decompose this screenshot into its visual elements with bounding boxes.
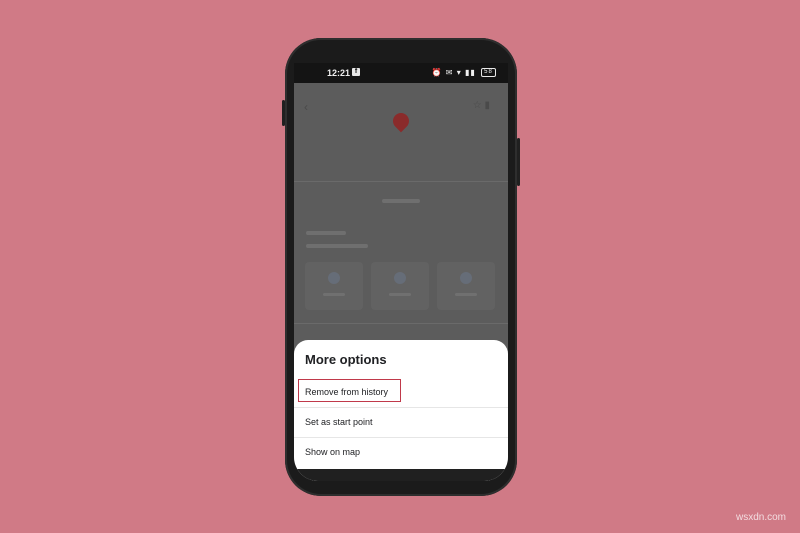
highlight-box bbox=[298, 379, 401, 402]
option-set-as-start-point[interactable]: Set as start point bbox=[294, 408, 508, 438]
divider bbox=[294, 323, 508, 324]
action-label-placeholder bbox=[455, 293, 477, 296]
facebook-notification-icon: f bbox=[352, 68, 360, 76]
directions-button[interactable] bbox=[305, 262, 363, 310]
address-placeholder bbox=[306, 244, 368, 248]
sheet-title: More options bbox=[305, 352, 387, 367]
status-time: 12:21 bbox=[327, 68, 351, 78]
back-arrow-icon[interactable]: ‹ bbox=[304, 100, 308, 114]
option-show-on-map[interactable]: Show on map bbox=[294, 438, 508, 468]
save-icon[interactable]: ☆ ▮ bbox=[473, 100, 490, 111]
more-button[interactable] bbox=[437, 262, 495, 310]
map-pin-icon bbox=[389, 109, 413, 133]
option-label: Set as start point bbox=[305, 417, 373, 427]
divider bbox=[294, 181, 508, 182]
status-icons: ⏰ ✉ ▾ ▮▮ 58 bbox=[431, 68, 496, 78]
share-icon bbox=[394, 272, 406, 284]
place-name-placeholder bbox=[382, 199, 420, 203]
option-label: Show on map bbox=[305, 447, 361, 457]
action-label-placeholder bbox=[323, 293, 345, 296]
status-indicator-icons: ⏰ ✉ ▾ ▮▮ bbox=[431, 68, 476, 77]
share-button[interactable] bbox=[371, 262, 429, 310]
power-button bbox=[517, 138, 520, 186]
battery-icon: 58 bbox=[481, 68, 496, 78]
volume-button bbox=[282, 100, 285, 126]
more-icon bbox=[460, 272, 472, 284]
status-bar: 12:21 f ⏰ ✉ ▾ ▮▮ 58 bbox=[294, 63, 508, 83]
more-options-sheet: More options Remove from history Set as … bbox=[294, 340, 508, 481]
navigation-bar bbox=[294, 469, 508, 481]
watermark: wsxdn.com bbox=[735, 512, 786, 523]
phone-frame: 12:21 f ⏰ ✉ ▾ ▮▮ 58 ‹ ☆ ▮ More options R… bbox=[282, 38, 520, 496]
phone-screen: 12:21 f ⏰ ✉ ▾ ▮▮ 58 ‹ ☆ ▮ More options R… bbox=[294, 63, 508, 481]
address-placeholder bbox=[306, 231, 346, 235]
action-label-placeholder bbox=[389, 293, 411, 296]
directions-icon bbox=[328, 272, 340, 284]
